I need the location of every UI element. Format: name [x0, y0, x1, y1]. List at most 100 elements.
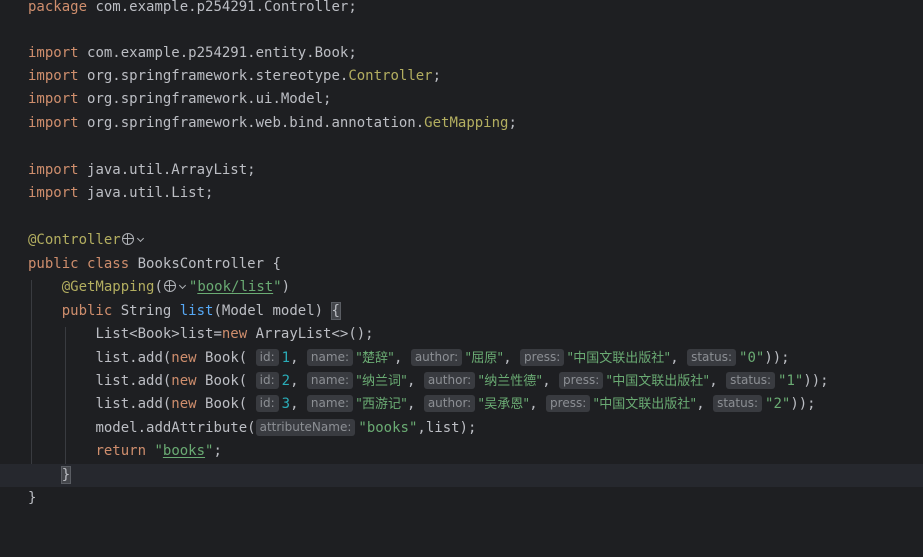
code-line[interactable]: package com.example.p254291.Controller;: [0, 0, 923, 19]
book-press: "中国文联出版社": [567, 351, 671, 366]
param-hint: author:: [423, 395, 476, 412]
book-status: "1": [778, 373, 804, 389]
code-editor[interactable]: package com.example.p254291.Controller; …: [0, 0, 923, 527]
book-id: 3: [281, 396, 291, 412]
param-hint: author:: [410, 349, 463, 366]
book-id: 1: [281, 350, 291, 366]
method-call: list.add(: [95, 373, 172, 389]
current-line[interactable]: }: [0, 464, 923, 488]
code-line[interactable]: model.addAttribute(attributeName: "books"…: [0, 417, 923, 440]
code-line[interactable]: @Controller: [0, 229, 923, 252]
param-hint: id:: [255, 349, 279, 366]
code-line[interactable]: return "books";: [0, 440, 923, 463]
code-line[interactable]: list.add(new Book( id: 1, name: "楚辞", auth…: [0, 347, 923, 370]
class-name: BooksController: [137, 256, 265, 272]
keyword: public: [28, 256, 79, 272]
import-path: java.util.List: [87, 185, 206, 201]
param-hint: status:: [687, 349, 737, 366]
chevron-down-icon[interactable]: [178, 281, 186, 290]
class-ref: Book(: [205, 396, 248, 412]
code-line[interactable]: list.add(new Book( id: 2, name: "纳兰词", aut…: [0, 370, 923, 393]
param-hint: status:: [713, 395, 763, 412]
view-name[interactable]: books: [163, 443, 205, 459]
code-line[interactable]: public class BooksController {: [0, 253, 923, 276]
matched-brace: }: [60, 466, 72, 484]
code-line[interactable]: import java.util.List;: [0, 182, 923, 205]
class-annotation: @Controller: [28, 232, 121, 248]
keyword: import: [28, 162, 79, 178]
method-annotation: @GetMapping: [61, 279, 155, 295]
param-hint: attributeName:: [255, 419, 356, 436]
param-hint: name:: [306, 395, 353, 412]
keyword: new: [171, 373, 197, 389]
book-name: "西游记": [356, 397, 407, 412]
param-hint: status:: [726, 372, 776, 389]
class-ref: Book(: [205, 373, 248, 389]
matched-brace: {: [330, 302, 342, 320]
book-id: 2: [281, 373, 291, 389]
keyword: import: [28, 68, 79, 84]
method-name: list: [179, 303, 214, 319]
keyword: new: [221, 326, 248, 342]
package-name: com.example.p254291.Controller: [95, 0, 349, 15]
keyword: import: [28, 115, 79, 131]
param-hint: name:: [306, 372, 353, 389]
code-line[interactable]: import org.springframework.web.bind.anno…: [0, 112, 923, 135]
method-call: list.add(: [95, 350, 172, 366]
import-class: GetMapping: [424, 115, 509, 131]
book-status: "0": [739, 350, 765, 366]
import-path: java.util.ArrayList: [87, 162, 248, 178]
import-class: Controller: [348, 68, 433, 84]
book-press: "中国文联出版社": [593, 397, 697, 412]
import-path: org.springframework.ui.Model: [87, 91, 324, 107]
keyword: public: [61, 303, 113, 319]
attribute-value: ,list);: [417, 420, 477, 436]
method-call: list.add(: [95, 396, 172, 412]
mapping-path[interactable]: book/list: [197, 279, 273, 295]
book-name: "纳兰词": [356, 374, 407, 389]
code-line[interactable]: @GetMapping("book/list"): [0, 276, 923, 299]
web-endpoint-icon[interactable]: [121, 233, 134, 245]
param-hint: press:: [559, 372, 604, 389]
book-name: "楚辞": [356, 351, 394, 366]
code-line[interactable]: }: [0, 487, 923, 510]
attribute-key: "books": [358, 420, 418, 436]
param-hint: press:: [520, 349, 565, 366]
keyword: package: [28, 0, 88, 15]
keyword: import: [28, 185, 79, 201]
keyword: new: [171, 396, 197, 412]
import-path: org.springframework.stereotype.: [87, 68, 349, 84]
param-hint: id:: [255, 372, 279, 389]
return-type: String: [120, 303, 172, 319]
code-line[interactable]: public String list(Model model) {: [0, 300, 923, 323]
param-hint: press:: [546, 395, 591, 412]
method-call: model.addAttribute(: [95, 420, 256, 436]
book-author: "吴承恩": [478, 397, 530, 412]
variable-decl: List<Book>list=: [95, 326, 222, 342]
keyword: new: [171, 350, 197, 366]
keyword: import: [28, 45, 79, 61]
book-press: "中国文联出版社": [606, 374, 710, 389]
import-path: org.springframework.web.bind.annotation.: [87, 115, 425, 131]
keyword: return: [95, 443, 147, 459]
code-line[interactable]: import org.springframework.ui.Model;: [0, 88, 923, 111]
book-author: "纳兰性德": [478, 374, 543, 389]
import-path: com.example.p254291.entity.Book: [87, 45, 349, 61]
code-line[interactable]: List<Book>list=new ArrayList<>();: [0, 323, 923, 346]
web-endpoint-icon[interactable]: [163, 280, 176, 292]
code-line[interactable]: import com.example.p254291.entity.Book;: [0, 42, 923, 65]
class-ref: Book(: [205, 350, 248, 366]
param-hint: author:: [423, 372, 476, 389]
param-name: model: [272, 303, 315, 319]
param-hint: name:: [306, 349, 353, 366]
constructor-call: ArrayList<>();: [255, 326, 374, 342]
code-line[interactable]: import java.util.ArrayList;: [0, 159, 923, 182]
param-type: Model: [221, 303, 265, 319]
book-author: "屈原": [465, 351, 504, 366]
code-line[interactable]: import org.springframework.stereotype.Co…: [0, 65, 923, 88]
param-hint: id:: [255, 395, 279, 412]
code-line[interactable]: list.add(new Book( id: 3, name: "西游记", aut…: [0, 393, 923, 416]
keyword: class: [87, 256, 130, 272]
keyword: import: [28, 91, 79, 107]
chevron-down-icon[interactable]: [136, 234, 144, 243]
